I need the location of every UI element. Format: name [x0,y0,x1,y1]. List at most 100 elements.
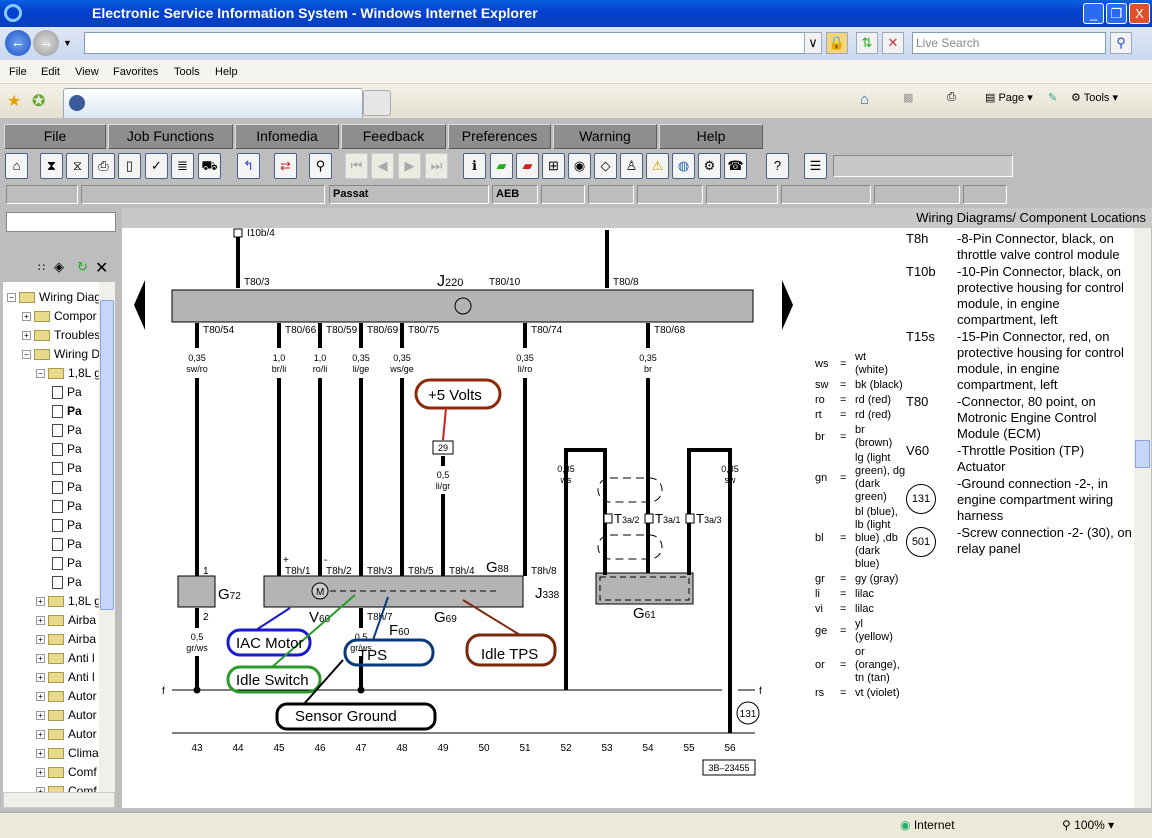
polarity-label: - [324,555,327,566]
component-code: T80 [906,394,929,409]
legend-meaning: gy (gray) [855,573,899,585]
wire-size: 1,0 [273,353,286,363]
legend-equals: = [840,687,847,699]
component-code: V60 [906,443,930,458]
legend-equals: = [840,573,847,585]
wire-color: br/li [272,364,287,374]
legend-meaning: blue) [855,558,880,570]
ground-point-label: 131 [740,709,757,720]
legend-code: li [815,588,820,600]
globe-icon: ◉ [900,818,911,832]
component-description: protective housing for control [957,345,1124,360]
throttle-pin-label: T8h/5 [408,566,434,577]
legend-meaning: lilac [855,588,874,600]
throttle-pin-label: T8h/4 [449,566,475,577]
legend-equals: = [840,394,847,406]
zoom-control[interactable]: ⚲ 100% ▾ [1062,818,1114,832]
component-description: Actuator [957,459,1006,474]
legend-meaning: rd (red) [855,409,892,421]
component-description: module, in engine [957,361,1060,376]
component-description: engine compartment wiring [957,492,1114,507]
legend-meaning: (orange), [855,659,900,671]
column-number: 53 [601,743,613,754]
component-label: G61 [633,605,656,622]
wire-size: 0,35 [557,464,575,474]
component-description: -Ground connection -2-, in [957,476,1109,491]
component-description: -Screw connection -2- (30), on [957,525,1132,540]
connector-icon [685,513,695,524]
ecm-label: J220 [437,273,463,290]
column-number: 44 [232,743,244,754]
throttle-pin-label: T8h/8 [531,566,557,577]
component-description: module, in engine [957,296,1060,311]
t3a-pin-label: T3a/2 [614,511,639,526]
column-number: 46 [314,743,326,754]
column-number: 45 [273,743,285,754]
wire-color: li/ro [518,364,533,374]
component-description: -8-Pin Connector, black, on [957,231,1114,246]
polarity-label: + [283,555,289,566]
legend-code: ro [815,394,825,406]
component-description: compartment, left [957,312,1058,327]
t3a-pin-label: T3a/1 [655,511,680,526]
legend-meaning: wt [855,351,866,363]
internet-zone: ◉ Internet [900,818,955,832]
wire-size: 0,35 [639,353,657,363]
wire-color: ro/li [313,364,328,374]
wire-size: 0,5 [437,470,450,480]
legend-meaning: tn (tan) [855,672,890,684]
legend-meaning: or [855,646,865,658]
ecm-pin-label: T80/66 [285,325,317,336]
legend-equals: = [840,471,847,484]
zoom-icon: ⚲ [1062,818,1071,832]
component-code: T10b [906,264,936,279]
legend-meaning: green), dg [855,465,906,477]
zone-label: Internet [913,818,955,832]
ecm-pin-label: T80/69 [367,325,399,336]
legend-meaning: bk (black) [855,379,903,391]
t3a-pin-label: T3a/3 [696,511,721,526]
legend-equals: = [840,357,847,370]
ecm-j220-box [171,289,754,323]
wire-color: li/ge [353,364,370,374]
legend-equals: = [840,379,847,391]
legend-meaning: bl (blue), [855,506,898,518]
g72-pin-label: 2 [203,612,209,623]
column-number: 55 [683,743,695,754]
annotation-idle-tps: Idle TPS [481,646,538,663]
component-label: J338 [535,585,560,602]
ground-point-symbol: 131 [906,484,936,514]
component-label: F60 [389,622,410,639]
legend-meaning: (dark [855,478,881,490]
connector-icon [644,513,654,524]
column-number: 48 [396,743,408,754]
legend-meaning: (dark [855,545,881,557]
annotation-volts: +5 Volts [428,387,482,404]
throttle-pin-label: T8h/1 [285,566,311,577]
legend-code: or [815,659,825,671]
component-description: -10-Pin Connector, black, on [957,264,1122,279]
legend-code: gn [815,471,828,484]
legend-code: rt [815,409,822,421]
ground-line-label: f [759,686,762,697]
wire-size: 0,35 [393,353,411,363]
wire-size: 0,35 [721,464,739,474]
wire-color: br [644,364,652,374]
legend-code: br [815,430,825,443]
wire-color: li/gr [436,481,451,491]
legend-equals: = [840,588,847,600]
g61-sensor-box [595,572,694,605]
wire-color: ws [560,475,572,485]
legend-meaning: (white) [855,364,889,376]
legend-meaning: (yellow) [855,631,893,643]
legend-meaning: (brown) [855,437,893,449]
next-page-arrow-icon[interactable] [782,280,793,330]
reference-number: 3B–23455 [708,763,749,773]
throttle-pin-label: T8h/2 [326,566,352,577]
legend-code: ws [815,357,829,370]
column-number: 43 [191,743,203,754]
previous-page-arrow-icon[interactable] [134,280,145,330]
legend-meaning: vt (violet) [855,687,900,699]
component-description: -Connector, 80 point, on [957,394,1096,409]
legend-code: rs [815,687,825,699]
